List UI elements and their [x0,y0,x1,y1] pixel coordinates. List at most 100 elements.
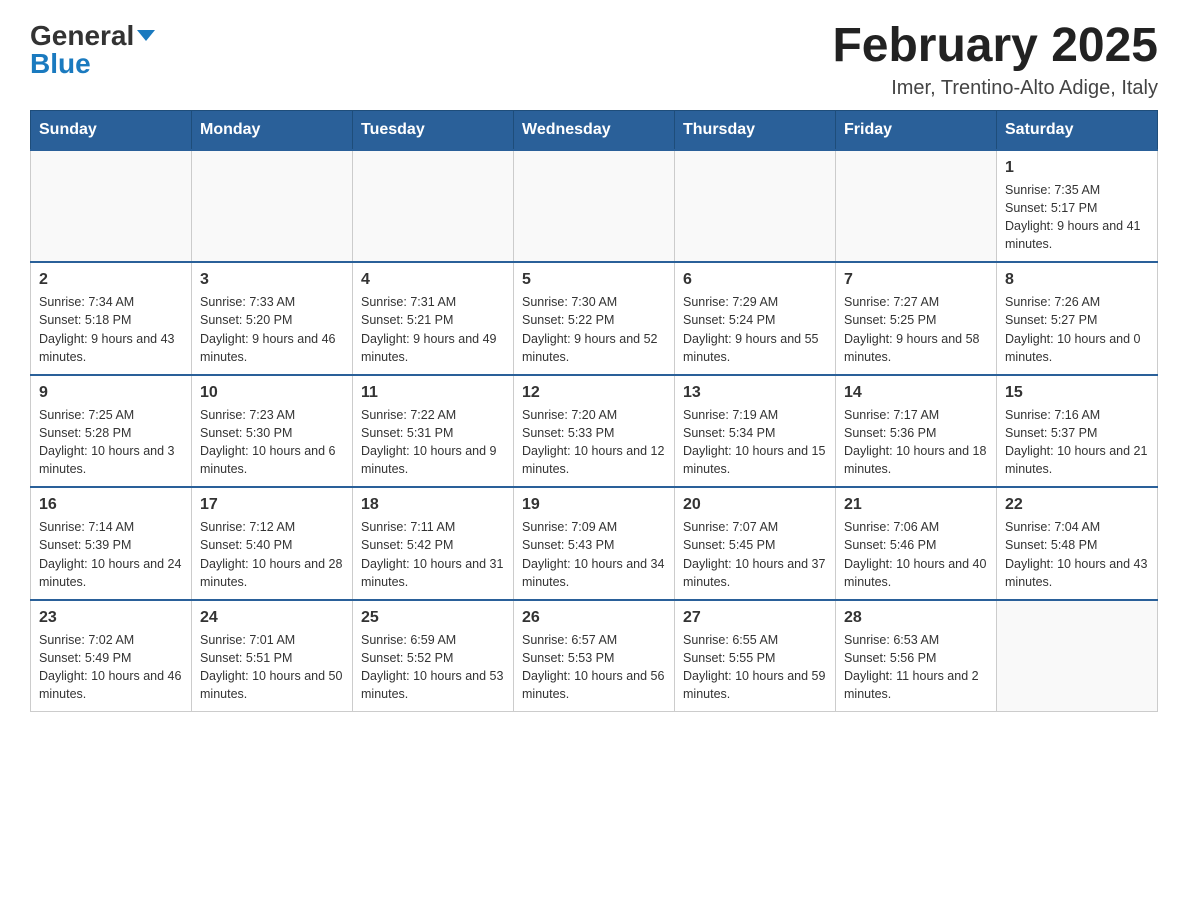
calendar-cell [997,600,1158,712]
day-number: 13 [683,384,827,402]
calendar-cell: 3 Sunrise: 7:33 AMSunset: 5:20 PMDaylight… [192,262,353,375]
calendar-day-header: Thursday [675,110,836,150]
calendar-cell: 20Sunrise: 7:07 AMSunset: 5:45 PMDayligh… [675,487,836,600]
day-info: Sunrise: 7:31 AMSunset: 5:21 PMDaylight:… [361,293,505,366]
calendar-cell: 24 Sunrise: 7:01 AMSunset: 5:51 PMDayligh… [192,600,353,712]
day-info: Sunrise: 7:09 AMSunset: 5:43 PMDaylight:… [522,518,666,591]
calendar-cell: 18Sunrise: 7:11 AMSunset: 5:42 PMDayligh… [353,487,514,600]
calendar-cell: 11Sunrise: 7:22 AMSunset: 5:31 PMDayligh… [353,375,514,488]
calendar-week-row: 2Sunrise: 7:34 AMSunset: 5:18 PMDaylight… [31,262,1158,375]
day-number: 1 [1005,159,1149,177]
logo: General Blue [30,20,155,80]
day-info: Sunrise: 7:27 AMSunset: 5:25 PMDaylight:… [844,293,988,366]
title-block: February 2025 Imer, Trentino-Alto Adige,… [832,20,1158,100]
calendar-cell: 8 Sunrise: 7:26 AMSunset: 5:27 PMDaylight… [997,262,1158,375]
calendar-day-header: Friday [836,110,997,150]
day-number: 9 [39,384,183,402]
page-header: General Blue February 2025 Imer, Trentin… [30,20,1158,100]
calendar-cell: 12Sunrise: 7:20 AMSunset: 5:33 PMDayligh… [514,375,675,488]
calendar-week-row: 1 Sunrise: 7:35 AMSunset: 5:17 PMDaylight… [31,150,1158,263]
calendar-cell [192,150,353,263]
day-number: 17 [200,496,344,514]
calendar-day-header: Monday [192,110,353,150]
day-number: 10 [200,384,344,402]
calendar-week-row: 9Sunrise: 7:25 AMSunset: 5:28 PMDaylight… [31,375,1158,488]
calendar-cell: 5 Sunrise: 7:30 AMSunset: 5:22 PMDaylight… [514,262,675,375]
day-info: Sunrise: 7:23 AMSunset: 5:30 PMDaylight:… [200,406,344,479]
day-info: Sunrise: 7:01 AMSunset: 5:51 PMDaylight:… [200,631,344,704]
calendar-cell: 23 Sunrise: 7:02 AMSunset: 5:49 PMDayligh… [31,600,192,712]
day-number: 3 [200,271,344,289]
day-number: 25 [361,609,505,627]
calendar-week-row: 16Sunrise: 7:14 AMSunset: 5:39 PMDayligh… [31,487,1158,600]
day-info: Sunrise: 6:57 AMSunset: 5:53 PMDaylight:… [522,631,666,704]
day-info: Sunrise: 7:17 AMSunset: 5:36 PMDaylight:… [844,406,988,479]
calendar-cell: 28 Sunrise: 6:53 AMSunset: 5:56 PMDayligh… [836,600,997,712]
calendar-cell: 10 Sunrise: 7:23 AMSunset: 5:30 PMDayligh… [192,375,353,488]
day-number: 21 [844,496,988,514]
day-number: 22 [1005,496,1149,514]
calendar-cell: 19 Sunrise: 7:09 AMSunset: 5:43 PMDayligh… [514,487,675,600]
calendar-table: SundayMondayTuesdayWednesdayThursdayFrid… [30,110,1158,713]
day-number: 23 [39,609,183,627]
day-number: 5 [522,271,666,289]
day-info: Sunrise: 7:06 AMSunset: 5:46 PMDaylight:… [844,518,988,591]
calendar-cell: 21 Sunrise: 7:06 AMSunset: 5:46 PMDayligh… [836,487,997,600]
day-number: 2 [39,271,183,289]
day-info: Sunrise: 7:02 AMSunset: 5:49 PMDaylight:… [39,631,183,704]
calendar-day-header: Tuesday [353,110,514,150]
calendar-day-header: Saturday [997,110,1158,150]
day-info: Sunrise: 6:53 AMSunset: 5:56 PMDaylight:… [844,631,988,704]
day-info: Sunrise: 7:19 AMSunset: 5:34 PMDaylight:… [683,406,827,479]
calendar-cell: 4 Sunrise: 7:31 AMSunset: 5:21 PMDaylight… [353,262,514,375]
day-number: 19 [522,496,666,514]
calendar-cell [675,150,836,263]
day-info: Sunrise: 6:59 AMSunset: 5:52 PMDaylight:… [361,631,505,704]
day-number: 28 [844,609,988,627]
day-number: 11 [361,384,505,402]
day-info: Sunrise: 7:16 AMSunset: 5:37 PMDaylight:… [1005,406,1149,479]
day-info: Sunrise: 7:33 AMSunset: 5:20 PMDaylight:… [200,293,344,366]
calendar-cell: 9Sunrise: 7:25 AMSunset: 5:28 PMDaylight… [31,375,192,488]
calendar-cell: 26 Sunrise: 6:57 AMSunset: 5:53 PMDayligh… [514,600,675,712]
calendar-cell: 25 Sunrise: 6:59 AMSunset: 5:52 PMDayligh… [353,600,514,712]
day-info: Sunrise: 7:07 AMSunset: 5:45 PMDaylight:… [683,518,827,591]
day-number: 26 [522,609,666,627]
calendar-cell [31,150,192,263]
calendar-title: February 2025 [832,20,1158,73]
day-number: 16 [39,496,183,514]
day-number: 27 [683,609,827,627]
calendar-day-header: Sunday [31,110,192,150]
calendar-cell: 6Sunrise: 7:29 AMSunset: 5:24 PMDaylight… [675,262,836,375]
logo-blue: Blue [30,48,91,79]
day-number: 4 [361,271,505,289]
calendar-cell: 22 Sunrise: 7:04 AMSunset: 5:48 PMDayligh… [997,487,1158,600]
day-number: 15 [1005,384,1149,402]
day-info: Sunrise: 7:30 AMSunset: 5:22 PMDaylight:… [522,293,666,366]
calendar-cell: 27 Sunrise: 6:55 AMSunset: 5:55 PMDayligh… [675,600,836,712]
day-number: 12 [522,384,666,402]
calendar-cell: 1 Sunrise: 7:35 AMSunset: 5:17 PMDaylight… [997,150,1158,263]
calendar-cell: 2Sunrise: 7:34 AMSunset: 5:18 PMDaylight… [31,262,192,375]
day-number: 24 [200,609,344,627]
calendar-week-row: 23 Sunrise: 7:02 AMSunset: 5:49 PMDayligh… [31,600,1158,712]
logo-arrow-icon [137,30,155,41]
day-info: Sunrise: 6:55 AMSunset: 5:55 PMDaylight:… [683,631,827,704]
calendar-cell: 13 Sunrise: 7:19 AMSunset: 5:34 PMDayligh… [675,375,836,488]
day-number: 6 [683,271,827,289]
day-info: Sunrise: 7:12 AMSunset: 5:40 PMDaylight:… [200,518,344,591]
calendar-header-row: SundayMondayTuesdayWednesdayThursdayFrid… [31,110,1158,150]
calendar-cell [514,150,675,263]
calendar-cell [836,150,997,263]
day-info: Sunrise: 7:04 AMSunset: 5:48 PMDaylight:… [1005,518,1149,591]
calendar-cell: 14 Sunrise: 7:17 AMSunset: 5:36 PMDayligh… [836,375,997,488]
calendar-day-header: Wednesday [514,110,675,150]
day-info: Sunrise: 7:35 AMSunset: 5:17 PMDaylight:… [1005,181,1149,254]
day-number: 8 [1005,271,1149,289]
calendar-cell: 15 Sunrise: 7:16 AMSunset: 5:37 PMDayligh… [997,375,1158,488]
calendar-cell: 16Sunrise: 7:14 AMSunset: 5:39 PMDayligh… [31,487,192,600]
day-number: 7 [844,271,988,289]
day-number: 14 [844,384,988,402]
calendar-subtitle: Imer, Trentino-Alto Adige, Italy [832,77,1158,100]
day-info: Sunrise: 7:26 AMSunset: 5:27 PMDaylight:… [1005,293,1149,366]
